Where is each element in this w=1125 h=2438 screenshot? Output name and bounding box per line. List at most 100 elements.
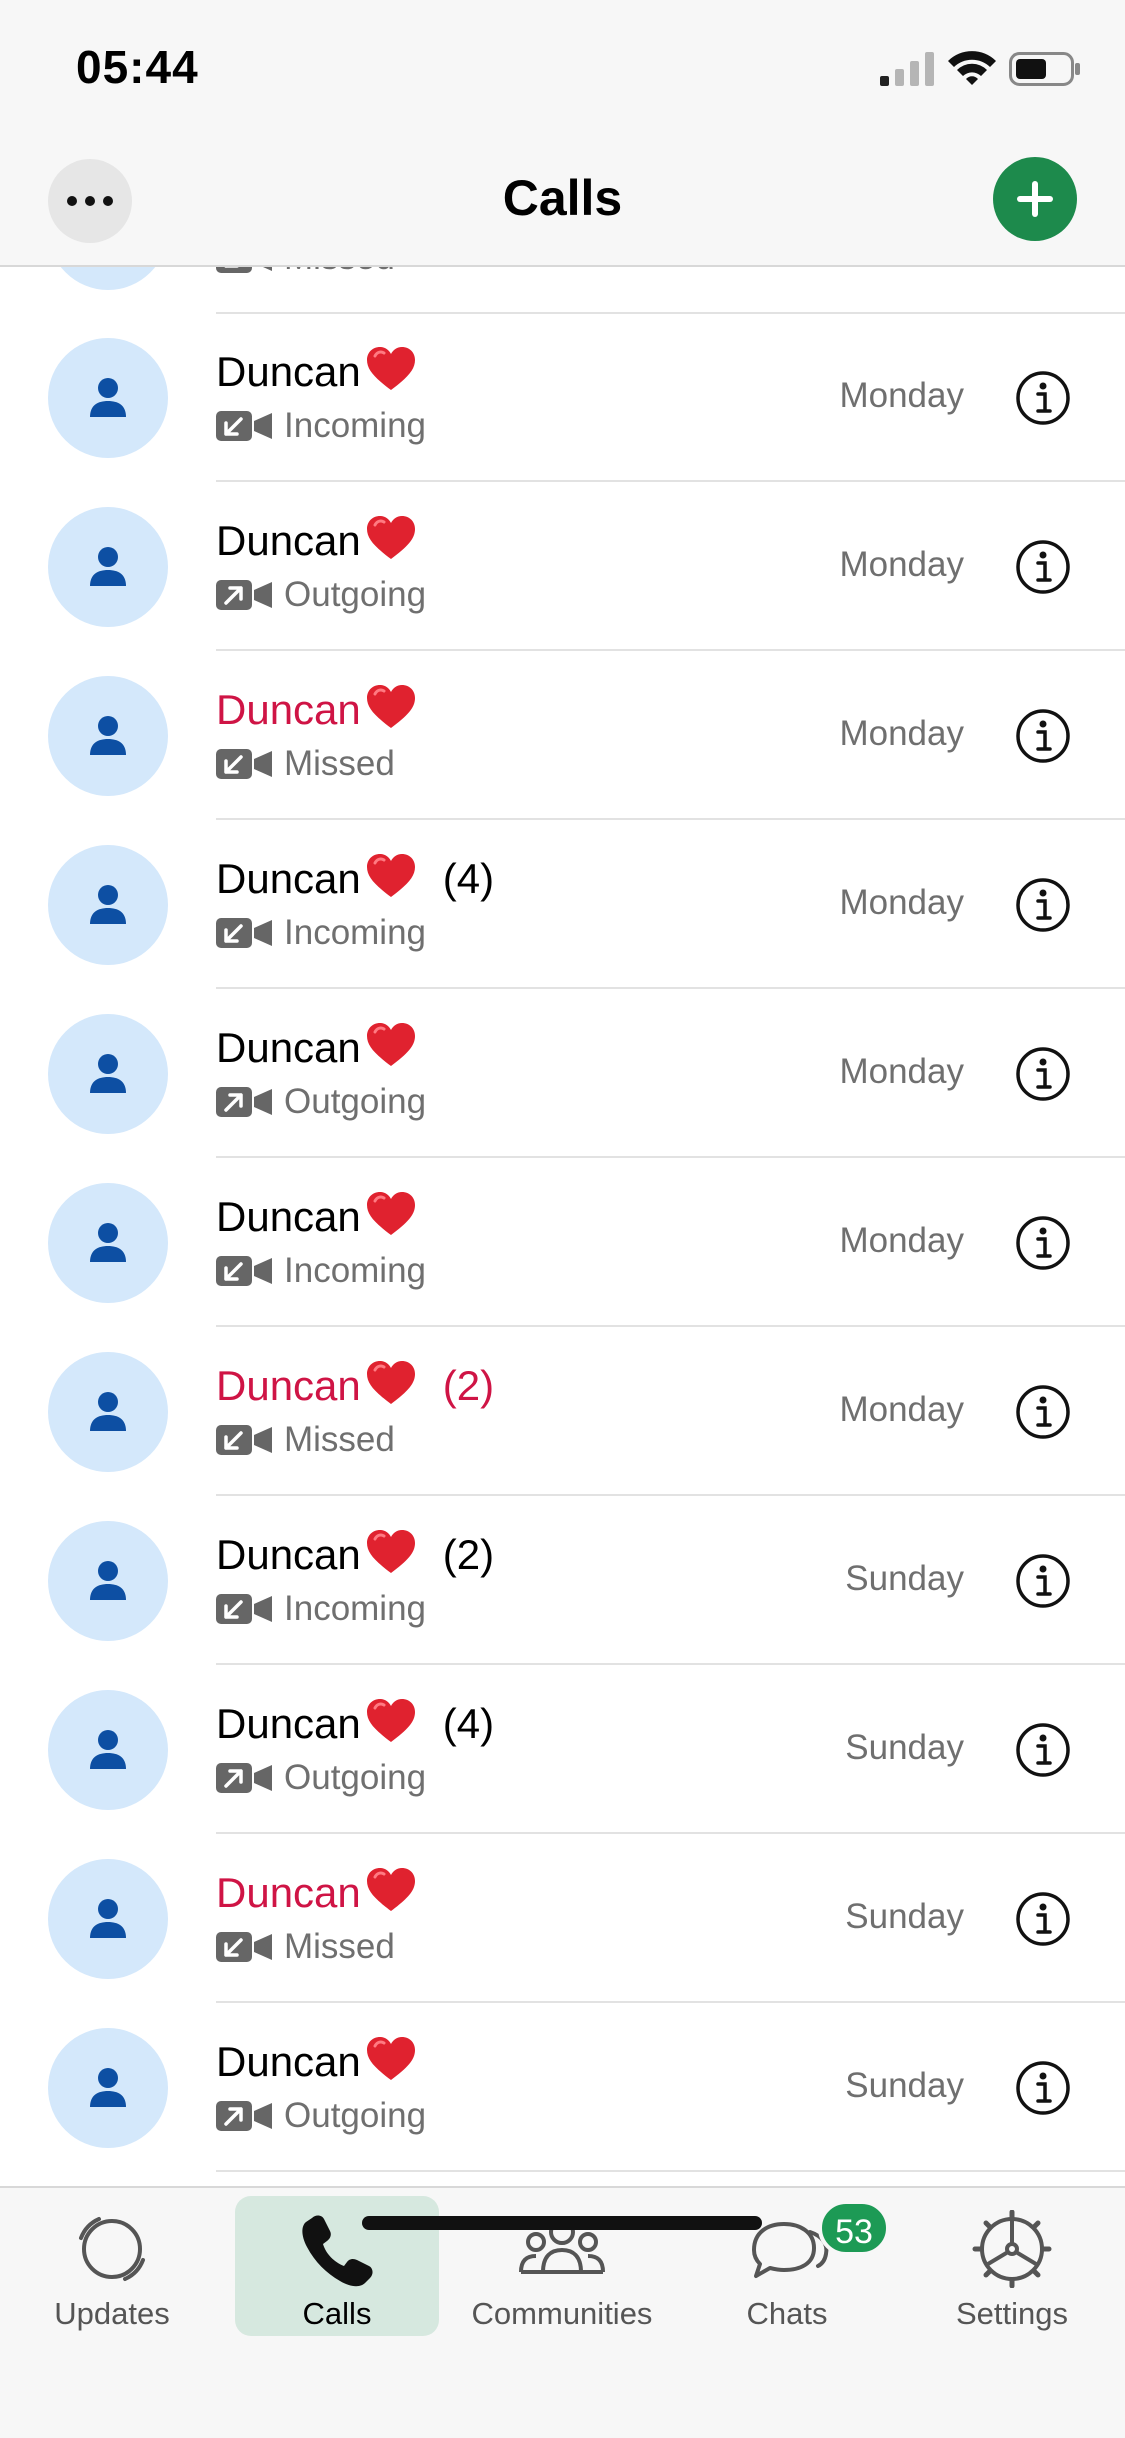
call-count: (4) [442, 1700, 495, 1747]
call-type-line: Incoming [216, 1589, 426, 1629]
red-heart-emoji-icon [366, 516, 415, 559]
outgoing-video-call-icon [216, 1763, 272, 1793]
avatar [48, 1690, 168, 1810]
call-day: Monday [839, 376, 964, 415]
call-type-label: Missed [284, 1927, 395, 1966]
red-heart-emoji-icon [366, 2037, 415, 2080]
call-type-label: Missed [284, 1420, 395, 1459]
contact-name-line: Duncan (4) [216, 853, 494, 903]
row-separator [216, 1832, 1125, 1834]
updates-icon [79, 2217, 145, 2281]
call-type-line: Incoming [216, 913, 426, 953]
contact-name: Duncan [216, 1700, 361, 1747]
call-row[interactable]: Duncan Missed Sunday [0, 1835, 1125, 2003]
wifi-icon [948, 51, 996, 85]
call-row[interactable]: Duncan (4) Outgoing Sunday [0, 1666, 1125, 1834]
calls-list[interactable]: Missed Duncan Incoming [0, 0, 1125, 2186]
call-day: Monday [839, 1390, 964, 1429]
incoming-video-call-icon [216, 1932, 272, 1962]
contact-name-line: Duncan [216, 684, 443, 734]
call-row[interactable]: Duncan Missed Monday [0, 652, 1125, 820]
call-type-line: Missed [216, 1420, 395, 1460]
call-row[interactable]: Duncan Incoming Monday [0, 314, 1125, 482]
call-row[interactable]: Duncan Incoming Monday [0, 1159, 1125, 1327]
call-count: (4) [442, 855, 495, 902]
settings-icon [972, 2210, 1052, 2288]
info-button-icon[interactable] [1015, 877, 1071, 933]
call-row[interactable]: Duncan Outgoing Sunday [0, 2004, 1125, 2172]
person-icon [90, 1054, 126, 1093]
info-button-icon[interactable] [1015, 1046, 1071, 1102]
row-separator [216, 818, 1125, 820]
person-icon [90, 885, 126, 924]
new-call-button[interactable] [993, 157, 1077, 241]
row-separator [216, 1663, 1125, 1665]
contact-name-line: Duncan (4) [216, 1698, 494, 1748]
call-type-label: Incoming [284, 913, 427, 952]
call-type-line: Missed [216, 1927, 395, 1967]
contact-name: Duncan [216, 855, 361, 902]
contact-name: Duncan [216, 1362, 361, 1409]
tab-communities[interactable]: Communities [452, 2188, 672, 2348]
call-row[interactable]: Duncan (4) Incoming Monday [0, 821, 1125, 989]
call-row[interactable]: Duncan (2) Missed Monday [0, 1328, 1125, 1496]
contact-name-line: Duncan [216, 515, 443, 565]
incoming-video-call-icon [216, 918, 272, 948]
call-row[interactable]: Duncan (2) Incoming Sunday [0, 1497, 1125, 1665]
avatar [48, 338, 168, 458]
info-button-icon[interactable] [1015, 2060, 1071, 2116]
call-row[interactable]: Duncan Outgoing Monday [0, 990, 1125, 1158]
nav-header: Calls [0, 135, 1125, 267]
red-heart-emoji-icon [366, 685, 415, 728]
info-button-icon[interactable] [1015, 708, 1071, 764]
call-type-line: Outgoing [216, 575, 426, 615]
avatar [48, 845, 168, 965]
tab-settings[interactable]: Settings [902, 2188, 1122, 2348]
incoming-video-call-icon [216, 749, 272, 779]
info-button-icon[interactable] [1015, 1891, 1071, 1947]
info-button-icon[interactable] [1015, 1722, 1071, 1778]
red-heart-emoji-icon [366, 1023, 415, 1066]
contact-name: Duncan [216, 686, 361, 733]
call-type-label: Outgoing [284, 1758, 427, 1797]
contact-name-line: Duncan [216, 1867, 443, 1917]
person-icon [90, 2068, 126, 2107]
contact-name: Duncan [216, 1531, 361, 1578]
row-separator [216, 987, 1125, 989]
call-day: Monday [839, 1052, 964, 1091]
call-day: Sunday [845, 1897, 964, 1936]
call-day: Sunday [845, 2066, 964, 2105]
call-day: Sunday [845, 1559, 964, 1598]
call-type-label: Missed [284, 744, 395, 783]
unread-chats-badge: 53 [818, 2200, 890, 2256]
call-row[interactable]: Duncan Outgoing Monday [0, 483, 1125, 651]
call-type-line: Outgoing [216, 2096, 426, 2136]
call-type-line: Missed [216, 744, 395, 784]
contact-name: Duncan [216, 1024, 361, 1071]
contact-name: Duncan [216, 348, 361, 395]
tab-label: Updates [54, 2296, 170, 2331]
info-button-icon[interactable] [1015, 1215, 1071, 1271]
contact-name-line: Duncan [216, 1191, 443, 1241]
status-time: 05:44 [76, 41, 199, 93]
red-heart-emoji-icon [366, 347, 415, 390]
row-separator [216, 1325, 1125, 1327]
contact-name: Duncan [216, 1193, 361, 1240]
info-button-icon[interactable] [1015, 1384, 1071, 1440]
call-count: (2) [442, 1531, 495, 1578]
tab-updates[interactable]: Updates [2, 2188, 222, 2348]
person-icon [90, 1561, 126, 1600]
red-heart-emoji-icon [366, 1868, 415, 1911]
call-day: Monday [839, 1221, 964, 1260]
person-icon [90, 1223, 126, 1262]
contact-name-line: Duncan [216, 346, 443, 396]
avatar [48, 1183, 168, 1303]
contact-name-line: Duncan [216, 2036, 443, 2086]
info-button-icon[interactable] [1015, 539, 1071, 595]
tab-calls[interactable]: Calls [227, 2188, 447, 2348]
info-button-icon[interactable] [1015, 1553, 1071, 1609]
red-heart-emoji-icon [366, 1699, 415, 1742]
info-button-icon[interactable] [1015, 370, 1071, 426]
contact-name-line: Duncan (2) [216, 1529, 494, 1579]
incoming-video-call-icon [216, 411, 272, 441]
